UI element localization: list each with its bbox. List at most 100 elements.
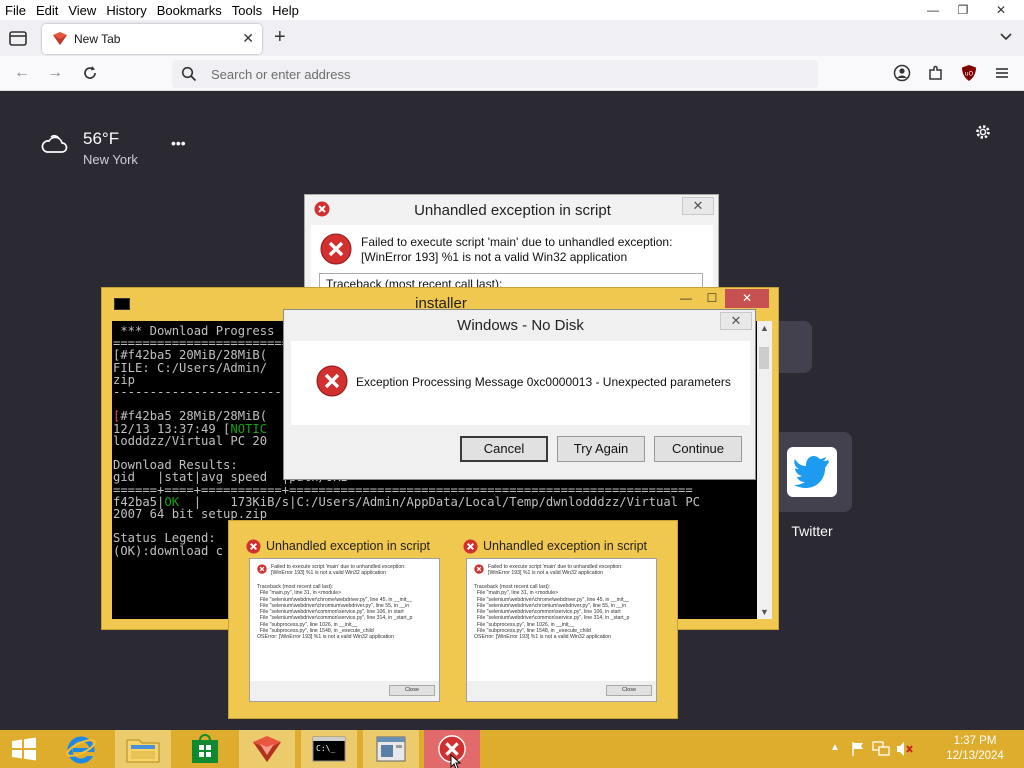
scroll-down-icon[interactable]: ▼ [760,607,769,617]
close-tab-icon[interactable]: ✕ [242,30,254,47]
taskbar-error-dialogs[interactable] [424,730,480,768]
scrollbar-thumb[interactable] [759,347,769,369]
console-icon: C:\_ [312,736,346,762]
system-tray: ▲ 1:37 PM 12/13/2024 [830,730,1010,768]
clock[interactable]: 1:37 PM 12/13/2024 [940,734,1010,764]
console-scrollbar[interactable]: ▲ ▼ [757,321,772,619]
back-icon[interactable]: ← [13,64,31,82]
flag-icon[interactable] [850,741,866,757]
dialog-title: Windows - No Disk [457,317,584,334]
restore-button[interactable]: ❐ [948,0,978,20]
gear-icon[interactable] [974,123,992,141]
installer-app-icon [376,736,406,762]
account-icon[interactable] [893,64,911,82]
window-controls: — ❐ ✕ [918,0,1024,20]
reload-icon[interactable] [81,64,99,82]
tab-title: New Tab [74,32,121,46]
taskbar-file-explorer[interactable] [115,730,171,768]
menu-help[interactable]: Help [267,3,304,18]
preview-footer: Close [467,681,656,701]
error-x-icon [320,233,352,265]
minimize-button[interactable]: — [918,0,948,20]
svg-text:uO: uO [965,71,974,78]
close-button[interactable]: Close [606,685,652,696]
weather-temperature: 56°F [83,129,120,148]
taskbar-internet-explorer[interactable] [53,730,109,768]
close-button[interactable]: ✕ [725,289,769,308]
tab-list-icon[interactable] [8,28,28,48]
error-x-icon [316,365,348,397]
search-icon [181,66,197,82]
folder-icon [126,739,160,763]
dialog-message: Exception Processing Message 0xc0000013 … [356,375,731,389]
mouse-cursor-icon [450,754,462,768]
preview-traceback: Traceback (most recent call last): File … [257,584,413,641]
dialog-title: Unhandled exception in script [414,202,611,219]
browser-app-icon [253,736,281,762]
maximize-button[interactable]: ☐ [699,289,725,308]
console-line: 2007 64 bit setup.zip [113,507,268,522]
continue-button[interactable]: Continue [654,436,742,462]
network-icon[interactable] [872,741,890,757]
clock-time: 1:37 PM [953,735,997,747]
error-x-icon [257,564,267,574]
message-line-2: [WinError 193] %1 is not a valid Win32 a… [361,250,628,264]
menu-history[interactable]: History [101,3,151,18]
ublock-shield-icon[interactable]: uO [960,64,978,82]
windows-logo-icon [12,737,36,761]
error-x-icon [246,539,261,554]
firefox-newtab-icon [53,32,67,45]
tab-new-tab[interactable]: New Tab ✕ [42,24,262,54]
navigation-bar: ← → uO [0,56,1024,91]
taskbar-installer[interactable] [363,730,419,768]
scroll-up-icon[interactable]: ▲ [760,323,769,333]
preview-message: Failed to execute script 'main' due to u… [488,564,623,577]
cloud-icon [41,134,68,153]
twitter-tile-background [787,447,837,497]
address-bar[interactable] [172,60,818,88]
preview-thumbnail[interactable]: Failed to execute script 'main' due to u… [249,558,440,702]
start-button[interactable] [0,730,48,768]
preview-title: Unhandled exception in script [266,539,430,553]
try-again-button[interactable]: Try Again [557,436,645,462]
menu-edit[interactable]: Edit [31,3,63,18]
forward-icon[interactable]: → [46,64,64,82]
chevron-down-icon[interactable] [998,28,1014,44]
menu-file[interactable]: File [0,3,31,18]
close-icon[interactable]: ✕ [682,197,714,215]
store-icon [192,734,218,763]
close-window-button[interactable]: ✕ [978,0,1024,20]
weather-location: New York [83,152,138,167]
show-hidden-icons[interactable]: ▲ [830,742,840,753]
installer-window-controls: — ☐ ✕ [673,289,769,308]
new-tab-button[interactable]: + [274,26,286,49]
error-x-icon [463,539,478,554]
hamburger-menu-icon[interactable] [993,64,1011,82]
taskbar-command-prompt[interactable]: C:\_ [301,730,357,768]
tab-strip: New Tab ✕ + [0,20,1024,56]
twitter-bird-icon [794,456,829,488]
close-icon[interactable]: ✕ [720,312,752,330]
taskbar-firefox[interactable] [239,730,295,768]
minimize-button[interactable]: — [673,289,699,308]
taskbar: C:\_ ▲ 1:37 PM 12/13/2024 [0,730,1024,768]
svg-text:C:\_: C:\_ [316,744,335,753]
menu-tools[interactable]: Tools [227,3,267,18]
shortcut-label: Twitter [791,523,833,539]
preview-thumbnail[interactable]: Failed to execute script 'main' due to u… [466,558,657,702]
address-input[interactable] [211,64,801,84]
extensions-icon[interactable] [927,64,945,82]
volume-muted-icon[interactable] [896,741,914,757]
shortcut-twitter[interactable] [772,432,852,512]
more-options-icon[interactable]: ••• [171,135,186,151]
dialog-message: Failed to execute script 'main' due to u… [361,235,672,265]
error-x-icon [474,564,484,574]
menu-bookmarks[interactable]: Bookmarks [152,3,227,18]
menu-view[interactable]: View [63,3,101,18]
taskbar-store[interactable] [177,730,233,768]
preview-message: Failed to execute script 'main' due to u… [271,564,406,577]
menu-bar: File Edit View History Bookmarks Tools H… [0,0,1024,20]
cancel-button[interactable]: Cancel [460,436,548,462]
close-button[interactable]: Close [389,685,435,696]
preview-traceback: Traceback (most recent call last): File … [474,584,630,641]
